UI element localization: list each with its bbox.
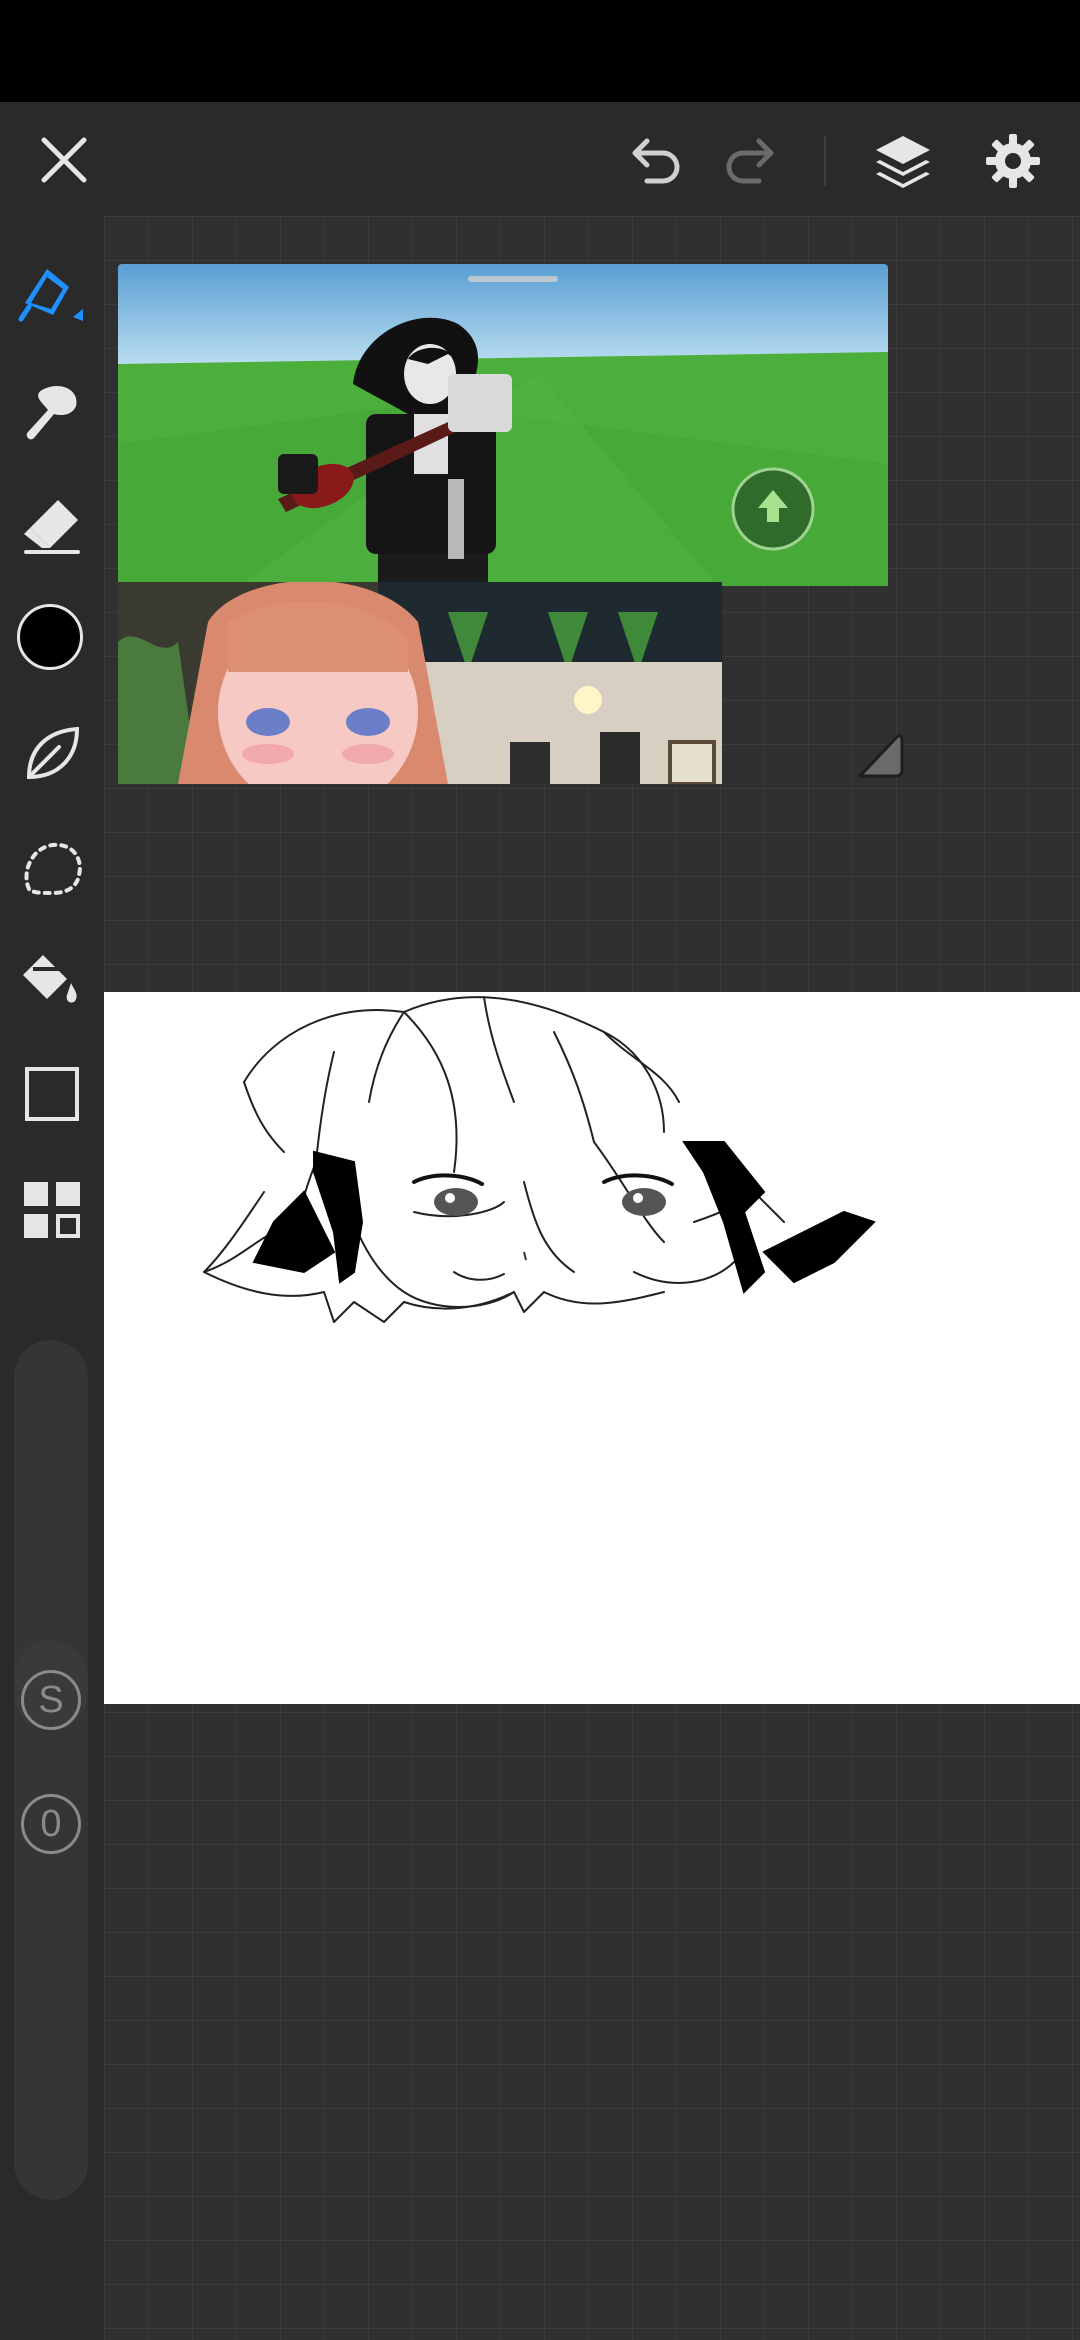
- size-label: S: [38, 1678, 64, 1721]
- status-bar: [0, 0, 1080, 102]
- layers-icon[interactable]: [866, 124, 940, 198]
- reference-panel[interactable]: [118, 264, 904, 784]
- eraser-icon[interactable]: [14, 488, 90, 564]
- grid-icon[interactable]: [14, 1172, 90, 1248]
- toolbar-divider: [824, 136, 826, 186]
- brush-size-slider[interactable]: [14, 1340, 88, 2200]
- opacity-label: 0: [40, 1802, 62, 1845]
- lasso-icon[interactable]: [14, 830, 90, 906]
- pen-icon[interactable]: [14, 256, 90, 332]
- paint-bucket-icon[interactable]: [14, 942, 90, 1018]
- reference-image-anime: [118, 582, 722, 784]
- resize-handle[interactable]: [856, 730, 904, 778]
- color-swatch[interactable]: [17, 604, 83, 670]
- leaf-icon[interactable]: [14, 716, 90, 792]
- size-indicator[interactable]: S: [21, 1670, 81, 1730]
- line-art-sketch: [203, 996, 876, 1323]
- opacity-indicator[interactable]: 0: [21, 1794, 81, 1854]
- reference-image-avatar: [118, 264, 888, 586]
- square-icon[interactable]: [14, 1056, 90, 1132]
- drawing-canvas[interactable]: [104, 992, 1080, 1704]
- brush-icon[interactable]: [14, 374, 90, 450]
- gear-icon[interactable]: [976, 124, 1050, 198]
- close-icon[interactable]: [28, 124, 100, 196]
- undo-icon[interactable]: [620, 126, 690, 196]
- redo-icon[interactable]: [716, 126, 786, 196]
- top-toolbar: [0, 102, 1080, 216]
